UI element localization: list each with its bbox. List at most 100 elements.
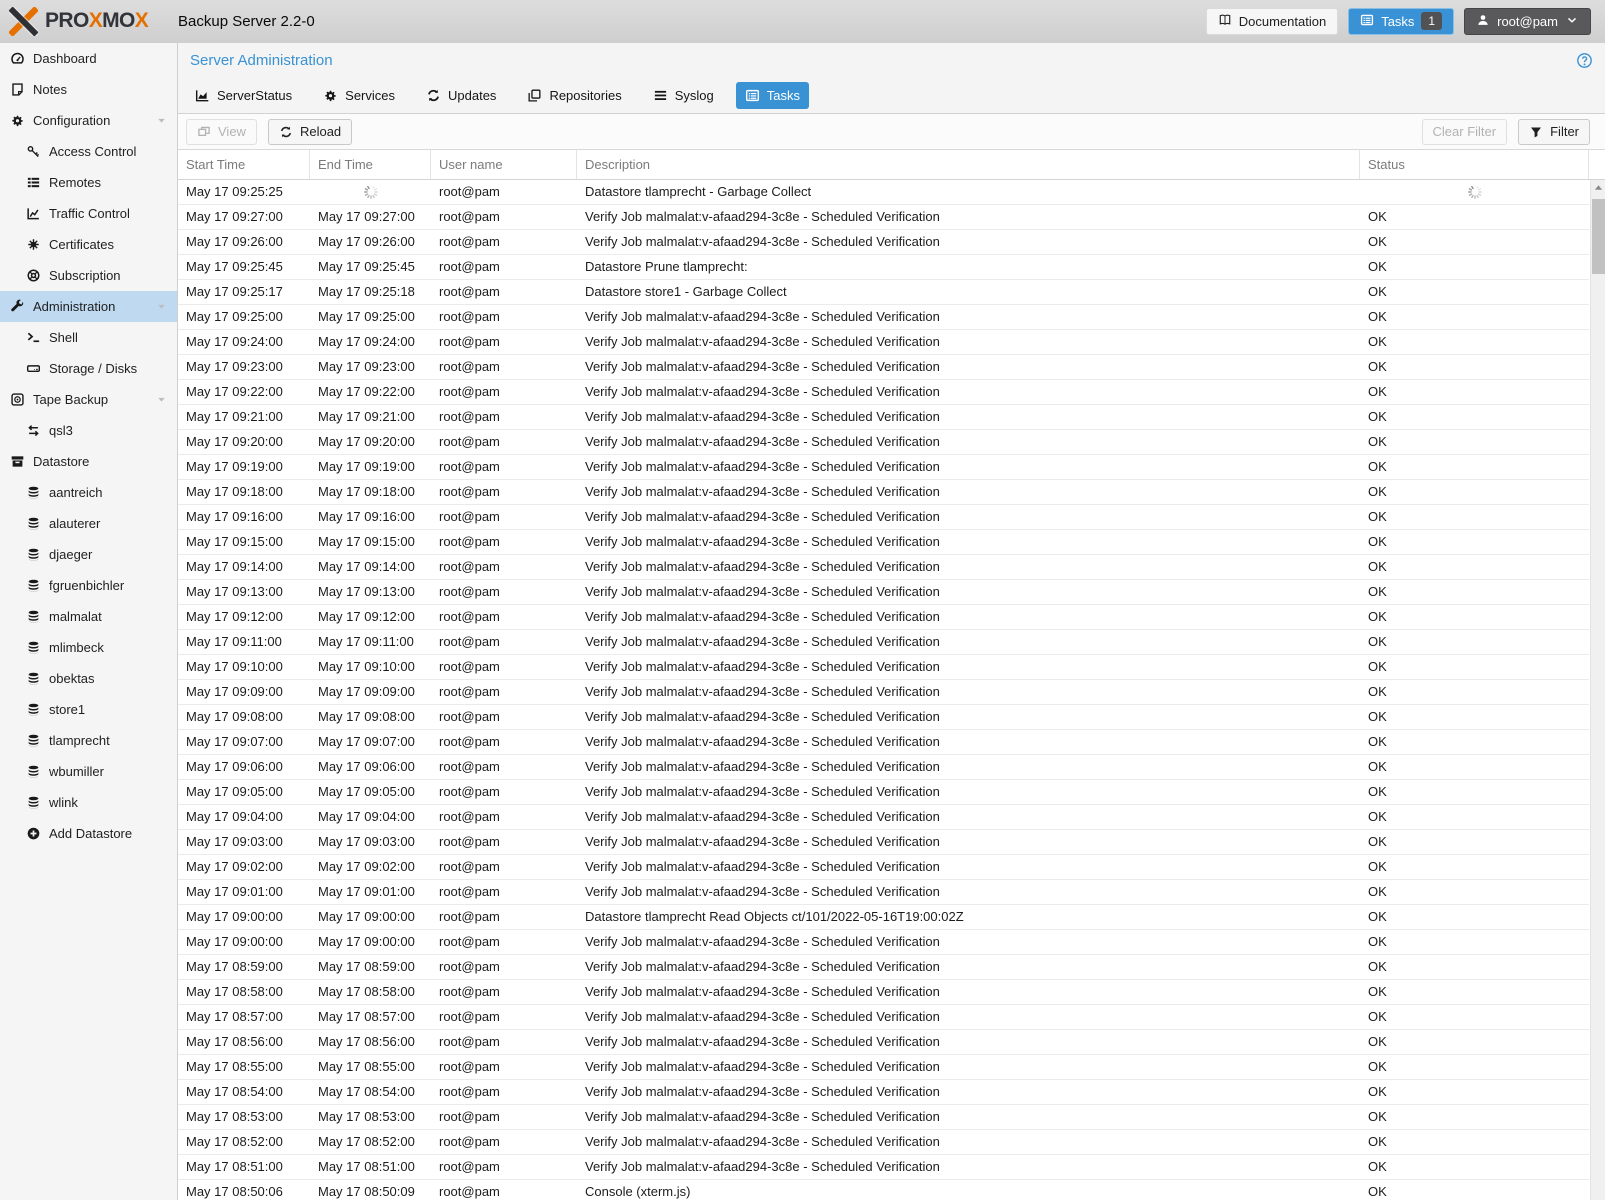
sidebar-item-mlimbeck[interactable]: mlimbeck <box>0 632 177 663</box>
user-menu-button[interactable]: root@pam <box>1464 7 1591 35</box>
table-row[interactable]: May 17 08:58:00 May 17 08:58:00 root@pam Ve… <box>178 980 1589 1005</box>
table-row[interactable]: May 17 09:24:00 May 17 09:24:00 root@pam Ve… <box>178 330 1589 355</box>
sidebar-item-storage-disks[interactable]: Storage / Disks <box>0 353 177 384</box>
sidebar-item-traffic-control[interactable]: Traffic Control <box>0 198 177 229</box>
sidebar-item-aantreich[interactable]: aantreich <box>0 477 177 508</box>
vertical-scrollbar[interactable] <box>1590 180 1605 1200</box>
list-icon <box>653 88 668 103</box>
column-header-user-name[interactable]: User name <box>431 150 577 179</box>
table-row[interactable]: May 17 09:06:00 May 17 09:06:00 root@pam Ve… <box>178 755 1589 780</box>
table-row[interactable]: May 17 08:59:00 May 17 08:59:00 root@pam Ve… <box>178 955 1589 980</box>
sidebar-item-tape-backup[interactable]: Tape Backup <box>0 384 177 415</box>
table-row[interactable]: May 17 09:12:00 May 17 09:12:00 root@pam Ve… <box>178 605 1589 630</box>
table-row[interactable]: May 17 09:22:00 May 17 09:22:00 root@pam Ve… <box>178 380 1589 405</box>
table-row[interactable]: May 17 09:04:00 May 17 09:04:00 root@pam Ve… <box>178 805 1589 830</box>
sidebar-item-store1[interactable]: store1 <box>0 694 177 725</box>
user-name-cell: root@pam <box>439 209 500 224</box>
sidebar-item-remotes[interactable]: Remotes <box>0 167 177 198</box>
sidebar-item-add-datastore[interactable]: Add Datastore <box>0 818 177 849</box>
table-row[interactable]: May 17 09:25:45 May 17 09:25:45 root@pam Da… <box>178 255 1589 280</box>
sidebar-item-shell[interactable]: Shell <box>0 322 177 353</box>
sidebar-item-datastore[interactable]: Datastore <box>0 446 177 477</box>
table-row[interactable]: May 17 09:02:00 May 17 09:02:00 root@pam Ve… <box>178 855 1589 880</box>
database-icon <box>25 516 41 531</box>
table-row[interactable]: May 17 09:26:00 May 17 09:26:00 root@pam Ve… <box>178 230 1589 255</box>
table-row[interactable]: May 17 09:16:00 May 17 09:16:00 root@pam Ve… <box>178 505 1589 530</box>
sidebar-item-qsl3[interactable]: qsl3 <box>0 415 177 446</box>
tab-services[interactable]: Services <box>314 82 404 109</box>
table-row[interactable]: May 17 09:19:00 May 17 09:19:00 root@pam Ve… <box>178 455 1589 480</box>
database-icon <box>25 578 41 593</box>
sidebar-item-wbumiller[interactable]: wbumiller <box>0 756 177 787</box>
table-row[interactable]: May 17 08:53:00 May 17 08:53:00 root@pam Ve… <box>178 1105 1589 1130</box>
table-row[interactable]: May 17 09:21:00 May 17 09:21:00 root@pam Ve… <box>178 405 1589 430</box>
table-row[interactable]: May 17 09:01:00 May 17 09:01:00 root@pam Ve… <box>178 880 1589 905</box>
table-row[interactable]: May 17 09:08:00 May 17 09:08:00 root@pam Ve… <box>178 705 1589 730</box>
table-row[interactable]: May 17 08:51:00 May 17 08:51:00 root@pam Ve… <box>178 1155 1589 1180</box>
table-row[interactable]: May 17 08:54:00 May 17 08:54:00 root@pam Ve… <box>178 1080 1589 1105</box>
caret-down-icon[interactable] <box>155 393 168 406</box>
sidebar-item-obektas[interactable]: obektas <box>0 663 177 694</box>
scroll-up-arrow-icon[interactable] <box>1591 180 1605 195</box>
sidebar-item-administration[interactable]: Administration <box>0 291 177 322</box>
table-row[interactable]: May 17 09:25:17 May 17 09:25:18 root@pam Da… <box>178 280 1589 305</box>
table-row[interactable]: May 17 09:13:00 May 17 09:13:00 root@pam Ve… <box>178 580 1589 605</box>
view-button[interactable]: View <box>186 118 257 145</box>
table-row[interactable]: May 17 08:57:00 May 17 08:57:00 root@pam Ve… <box>178 1005 1589 1030</box>
table-row[interactable]: May 17 09:14:00 May 17 09:14:00 root@pam Ve… <box>178 555 1589 580</box>
tab-updates[interactable]: Updates <box>417 82 505 109</box>
table-row[interactable]: May 17 08:52:00 May 17 08:52:00 root@pam Ve… <box>178 1130 1589 1155</box>
table-row[interactable]: May 17 09:00:00 May 17 09:00:00 root@pam Da… <box>178 905 1589 930</box>
column-header-description[interactable]: Description <box>577 150 1360 179</box>
documentation-button[interactable]: Documentation <box>1205 7 1339 35</box>
table-row[interactable]: May 17 09:25:00 May 17 09:25:00 root@pam Ve… <box>178 305 1589 330</box>
table-row[interactable]: May 17 08:50:06 May 17 08:50:09 root@pam Co… <box>178 1180 1589 1200</box>
tasks-button[interactable]: Tasks 1 <box>1348 7 1455 35</box>
tab-syslog[interactable]: Syslog <box>644 82 723 109</box>
caret-down-icon[interactable] <box>155 114 168 127</box>
sidebar-item-wlink[interactable]: wlink <box>0 787 177 818</box>
table-row[interactable]: May 17 09:10:00 May 17 09:10:00 root@pam Ve… <box>178 655 1589 680</box>
sidebar-item-djaeger[interactable]: djaeger <box>0 539 177 570</box>
table-row[interactable]: May 17 08:55:00 May 17 08:55:00 root@pam Ve… <box>178 1055 1589 1080</box>
help-button[interactable] <box>1576 52 1593 69</box>
sidebar-item-subscription[interactable]: Subscription <box>0 260 177 291</box>
table-row[interactable]: May 17 09:23:00 May 17 09:23:00 root@pam Ve… <box>178 355 1589 380</box>
table-row[interactable]: May 17 08:56:00 May 17 08:56:00 root@pam Ve… <box>178 1030 1589 1055</box>
filter-button[interactable]: Filter <box>1518 118 1590 145</box>
column-header-end-time[interactable]: End Time <box>310 150 431 179</box>
sidebar-item-configuration[interactable]: Configuration <box>0 105 177 136</box>
tab-repositories[interactable]: Repositories <box>518 82 630 109</box>
table-row[interactable]: May 17 09:25:25 root@pam Datastore tlampre… <box>178 180 1589 205</box>
table-row[interactable]: May 17 09:18:00 May 17 09:18:00 root@pam Ve… <box>178 480 1589 505</box>
sidebar-item-notes[interactable]: Notes <box>0 74 177 105</box>
table-row[interactable]: May 17 09:00:00 May 17 09:00:00 root@pam Ve… <box>178 930 1589 955</box>
scrollbar-thumb[interactable] <box>1592 199 1605 274</box>
tab-serverstatus[interactable]: ServerStatus <box>186 82 301 109</box>
start-time-cell: May 17 09:12:00 <box>186 609 283 624</box>
sidebar-item-alauterer[interactable]: alauterer <box>0 508 177 539</box>
sidebar-item-dashboard[interactable]: Dashboard <box>0 43 177 74</box>
table-row[interactable]: May 17 09:05:00 May 17 09:05:00 root@pam Ve… <box>178 780 1589 805</box>
table-row[interactable]: May 17 09:15:00 May 17 09:15:00 root@pam Ve… <box>178 530 1589 555</box>
caret-down-icon[interactable] <box>155 300 168 313</box>
table-row[interactable]: May 17 09:07:00 May 17 09:07:00 root@pam Ve… <box>178 730 1589 755</box>
end-time-cell: May 17 09:10:00 <box>318 659 415 674</box>
table-row[interactable]: May 17 09:20:00 May 17 09:20:00 root@pam Ve… <box>178 430 1589 455</box>
sidebar-item-malmalat[interactable]: malmalat <box>0 601 177 632</box>
table-row[interactable]: May 17 09:09:00 May 17 09:09:00 root@pam Ve… <box>178 680 1589 705</box>
clear-filter-button[interactable]: Clear Filter <box>1421 118 1508 145</box>
sidebar-item-label: Administration <box>33 299 116 314</box>
column-header-start-time[interactable]: Start Time <box>178 150 310 179</box>
sidebar-item-tlamprecht[interactable]: tlamprecht <box>0 725 177 756</box>
table-row[interactable]: May 17 09:03:00 May 17 09:03:00 root@pam Ve… <box>178 830 1589 855</box>
column-header-status[interactable]: Status <box>1360 150 1589 179</box>
tab-tasks[interactable]: Tasks <box>735 81 809 109</box>
reload-button[interactable]: Reload <box>267 118 353 145</box>
table-row[interactable]: May 17 09:11:00 May 17 09:11:00 root@pam Ve… <box>178 630 1589 655</box>
sidebar-item-certificates[interactable]: Certificates <box>0 229 177 260</box>
table-row[interactable]: May 17 09:27:00 May 17 09:27:00 root@pam Ve… <box>178 205 1589 230</box>
sidebar-item-access-control[interactable]: Access Control <box>0 136 177 167</box>
status-cell: OK <box>1368 484 1387 499</box>
sidebar-item-fgruenbichler[interactable]: fgruenbichler <box>0 570 177 601</box>
